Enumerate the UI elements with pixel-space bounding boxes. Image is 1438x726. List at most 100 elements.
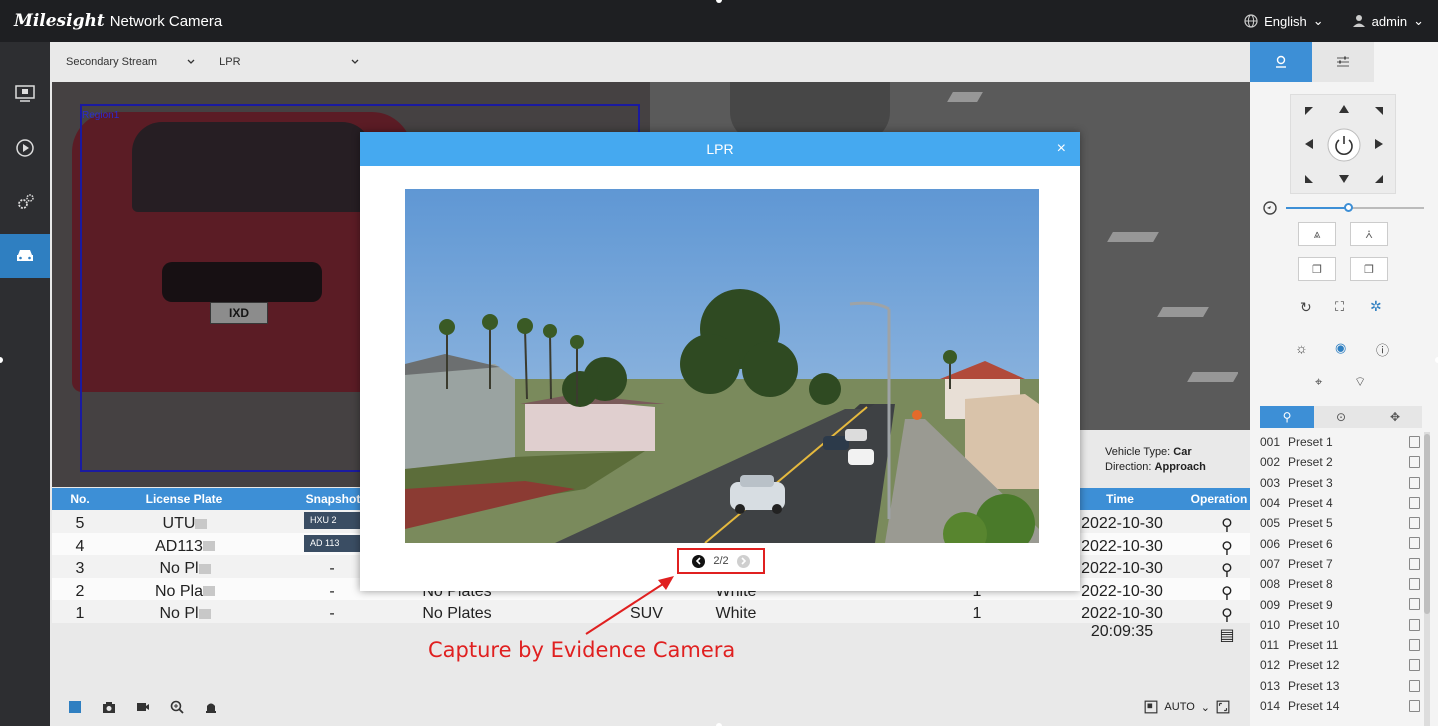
plate-blur — [195, 518, 208, 529]
tab-patrol[interactable]: ⊙ — [1314, 406, 1368, 428]
preset-item[interactable]: 004 Preset 4 — [1260, 493, 1422, 513]
prev-page-button[interactable] — [692, 554, 706, 568]
preset-item[interactable]: 011 Preset 11 — [1260, 635, 1422, 655]
preset-item[interactable]: 007 Preset 7 — [1260, 554, 1422, 574]
detail-icon[interactable]: ▤ — [1219, 627, 1234, 644]
arrow-up-left-icon[interactable] — [1303, 105, 1317, 119]
search-icon[interactable]: ⚲ — [1221, 517, 1233, 534]
preset-item[interactable]: 012 Preset 12 — [1260, 655, 1422, 675]
search-icon[interactable]: ⚲ — [1221, 607, 1233, 624]
close-button[interactable]: × — [1057, 140, 1066, 158]
next-page-button[interactable] — [736, 554, 750, 568]
save-preset-icon[interactable] — [1409, 537, 1420, 550]
annotation-arrow — [585, 576, 674, 635]
focus-far-icon: ❐ — [1364, 263, 1374, 276]
save-preset-icon[interactable] — [1409, 578, 1420, 591]
save-preset-icon[interactable] — [1409, 496, 1420, 509]
location-icon[interactable]: ⌖ — [1315, 374, 1331, 390]
nav-settings[interactable] — [0, 180, 50, 224]
plate-text: No Pl — [159, 560, 199, 577]
record-icon[interactable] — [136, 700, 150, 714]
fullscreen-icon[interactable] — [1216, 700, 1230, 714]
mode-select[interactable]: LPR — [219, 56, 358, 68]
nav-vehicle[interactable] — [0, 234, 50, 278]
preset-item[interactable]: 008 Preset 8 — [1260, 574, 1422, 594]
area-focus-icon[interactable]: ⛶ — [1335, 299, 1351, 315]
settings-wheel-icon[interactable]: ✲ — [1370, 298, 1386, 314]
save-preset-icon[interactable] — [1409, 679, 1420, 692]
mode-select-value: LPR — [219, 56, 241, 68]
snapshot-thumbnail[interactable]: HXU 2 — [304, 512, 360, 529]
arrow-left-icon[interactable] — [1303, 137, 1317, 151]
preset-name: Preset 13 — [1288, 678, 1340, 693]
preset-item[interactable]: 009 Preset 9 — [1260, 594, 1422, 614]
preset-name: Preset 12 — [1288, 658, 1340, 673]
save-preset-icon[interactable] — [1409, 598, 1420, 611]
search-icon[interactable]: ⚲ — [1221, 585, 1233, 602]
search-icon[interactable]: ⚲ — [1221, 562, 1233, 579]
preset-name: Preset 10 — [1288, 617, 1340, 632]
bottom-toolbar: AUTO ⌄ — [50, 688, 1250, 726]
arrow-right-icon[interactable] — [1371, 137, 1385, 151]
nav-live-view[interactable] — [0, 72, 50, 116]
panel-collapse-handle[interactable] — [1238, 370, 1250, 430]
chevron-down-icon: ⌄ — [1200, 701, 1210, 714]
focus-far-button[interactable]: ❐ — [1350, 257, 1388, 281]
tab-presets[interactable]: ⚲ — [1260, 406, 1314, 428]
info-icon[interactable]: ⓘ — [1376, 340, 1392, 358]
chevron-down-icon: ⌄ — [1312, 13, 1324, 28]
save-preset-icon[interactable] — [1409, 456, 1420, 469]
camera-icon[interactable] — [102, 700, 116, 714]
arrow-up-right-icon[interactable] — [1371, 105, 1385, 119]
3d-position-icon[interactable]: ◉ — [1335, 340, 1351, 356]
modal-header: LPR × — [360, 132, 1080, 166]
save-preset-icon[interactable] — [1409, 699, 1420, 712]
save-preset-icon[interactable] — [1409, 638, 1420, 651]
tab-pattern[interactable]: ✥ — [1368, 406, 1422, 428]
preset-scrollbar-thumb[interactable] — [1424, 434, 1430, 614]
save-preset-icon[interactable] — [1409, 618, 1420, 631]
save-preset-icon[interactable] — [1409, 476, 1420, 489]
preset-item[interactable]: 001 Preset 1 — [1260, 432, 1422, 452]
search-icon[interactable]: ⚲ — [1221, 540, 1233, 557]
arrow-up-icon[interactable] — [1337, 103, 1351, 117]
speed-slider-handle[interactable] — [1344, 203, 1354, 212]
monitor-icon — [15, 85, 35, 102]
nav-playback[interactable] — [0, 126, 50, 170]
alarm-icon[interactable] — [204, 700, 218, 714]
preset-item[interactable]: 014 Preset 14 — [1260, 696, 1422, 716]
wiper-icon[interactable]: ⌔ — [1354, 374, 1370, 390]
tab-ptz[interactable] — [1250, 42, 1312, 82]
focus-near-icon: ❐ — [1312, 263, 1322, 276]
save-preset-icon[interactable] — [1409, 557, 1420, 570]
snapshot-thumbnail[interactable]: AD 113 — [304, 534, 360, 552]
save-preset-icon[interactable] — [1409, 436, 1420, 448]
preset-name: Preset 9 — [1288, 597, 1333, 612]
focus-near-button[interactable]: ❐ — [1298, 257, 1336, 281]
zoom-in-button[interactable]: ⩑ — [1350, 222, 1388, 246]
tab-image-settings[interactable] — [1312, 42, 1374, 82]
preset-item[interactable]: 003 Preset 3 — [1260, 473, 1422, 493]
display-mode-select[interactable]: AUTO ⌄ — [1144, 700, 1230, 714]
plate-text: No Pl — [159, 605, 199, 622]
rotate-icon[interactable]: ↻ — [1300, 299, 1316, 315]
save-preset-icon[interactable] — [1409, 659, 1420, 672]
brightness-icon[interactable]: ☼ — [1295, 340, 1311, 356]
evidence-snapshot-image — [405, 189, 1039, 543]
preset-item[interactable]: 006 Preset 6 — [1260, 533, 1422, 553]
arrow-down-right-icon[interactable] — [1371, 171, 1385, 185]
user-menu[interactable]: admin ⌄ — [1352, 13, 1424, 29]
arrow-down-icon[interactable] — [1337, 171, 1351, 185]
zoom-in-icon[interactable] — [170, 700, 184, 714]
preset-item[interactable]: 002 Preset 2 — [1260, 452, 1422, 472]
save-preset-icon[interactable] — [1409, 517, 1420, 530]
preset-item[interactable]: 005 Preset 5 — [1260, 513, 1422, 533]
zoom-out-button[interactable]: ⩓ — [1298, 222, 1336, 246]
arrow-down-left-icon[interactable] — [1303, 171, 1317, 185]
language-selector[interactable]: English ⌄ — [1244, 13, 1324, 29]
preset-item[interactable]: 013 Preset 13 — [1260, 676, 1422, 696]
ptz-reset-icon[interactable] — [1326, 127, 1362, 163]
stop-icon[interactable] — [68, 700, 82, 714]
stream-select[interactable]: Secondary Stream — [66, 56, 195, 68]
preset-item[interactable]: 010 Preset 10 — [1260, 615, 1422, 635]
